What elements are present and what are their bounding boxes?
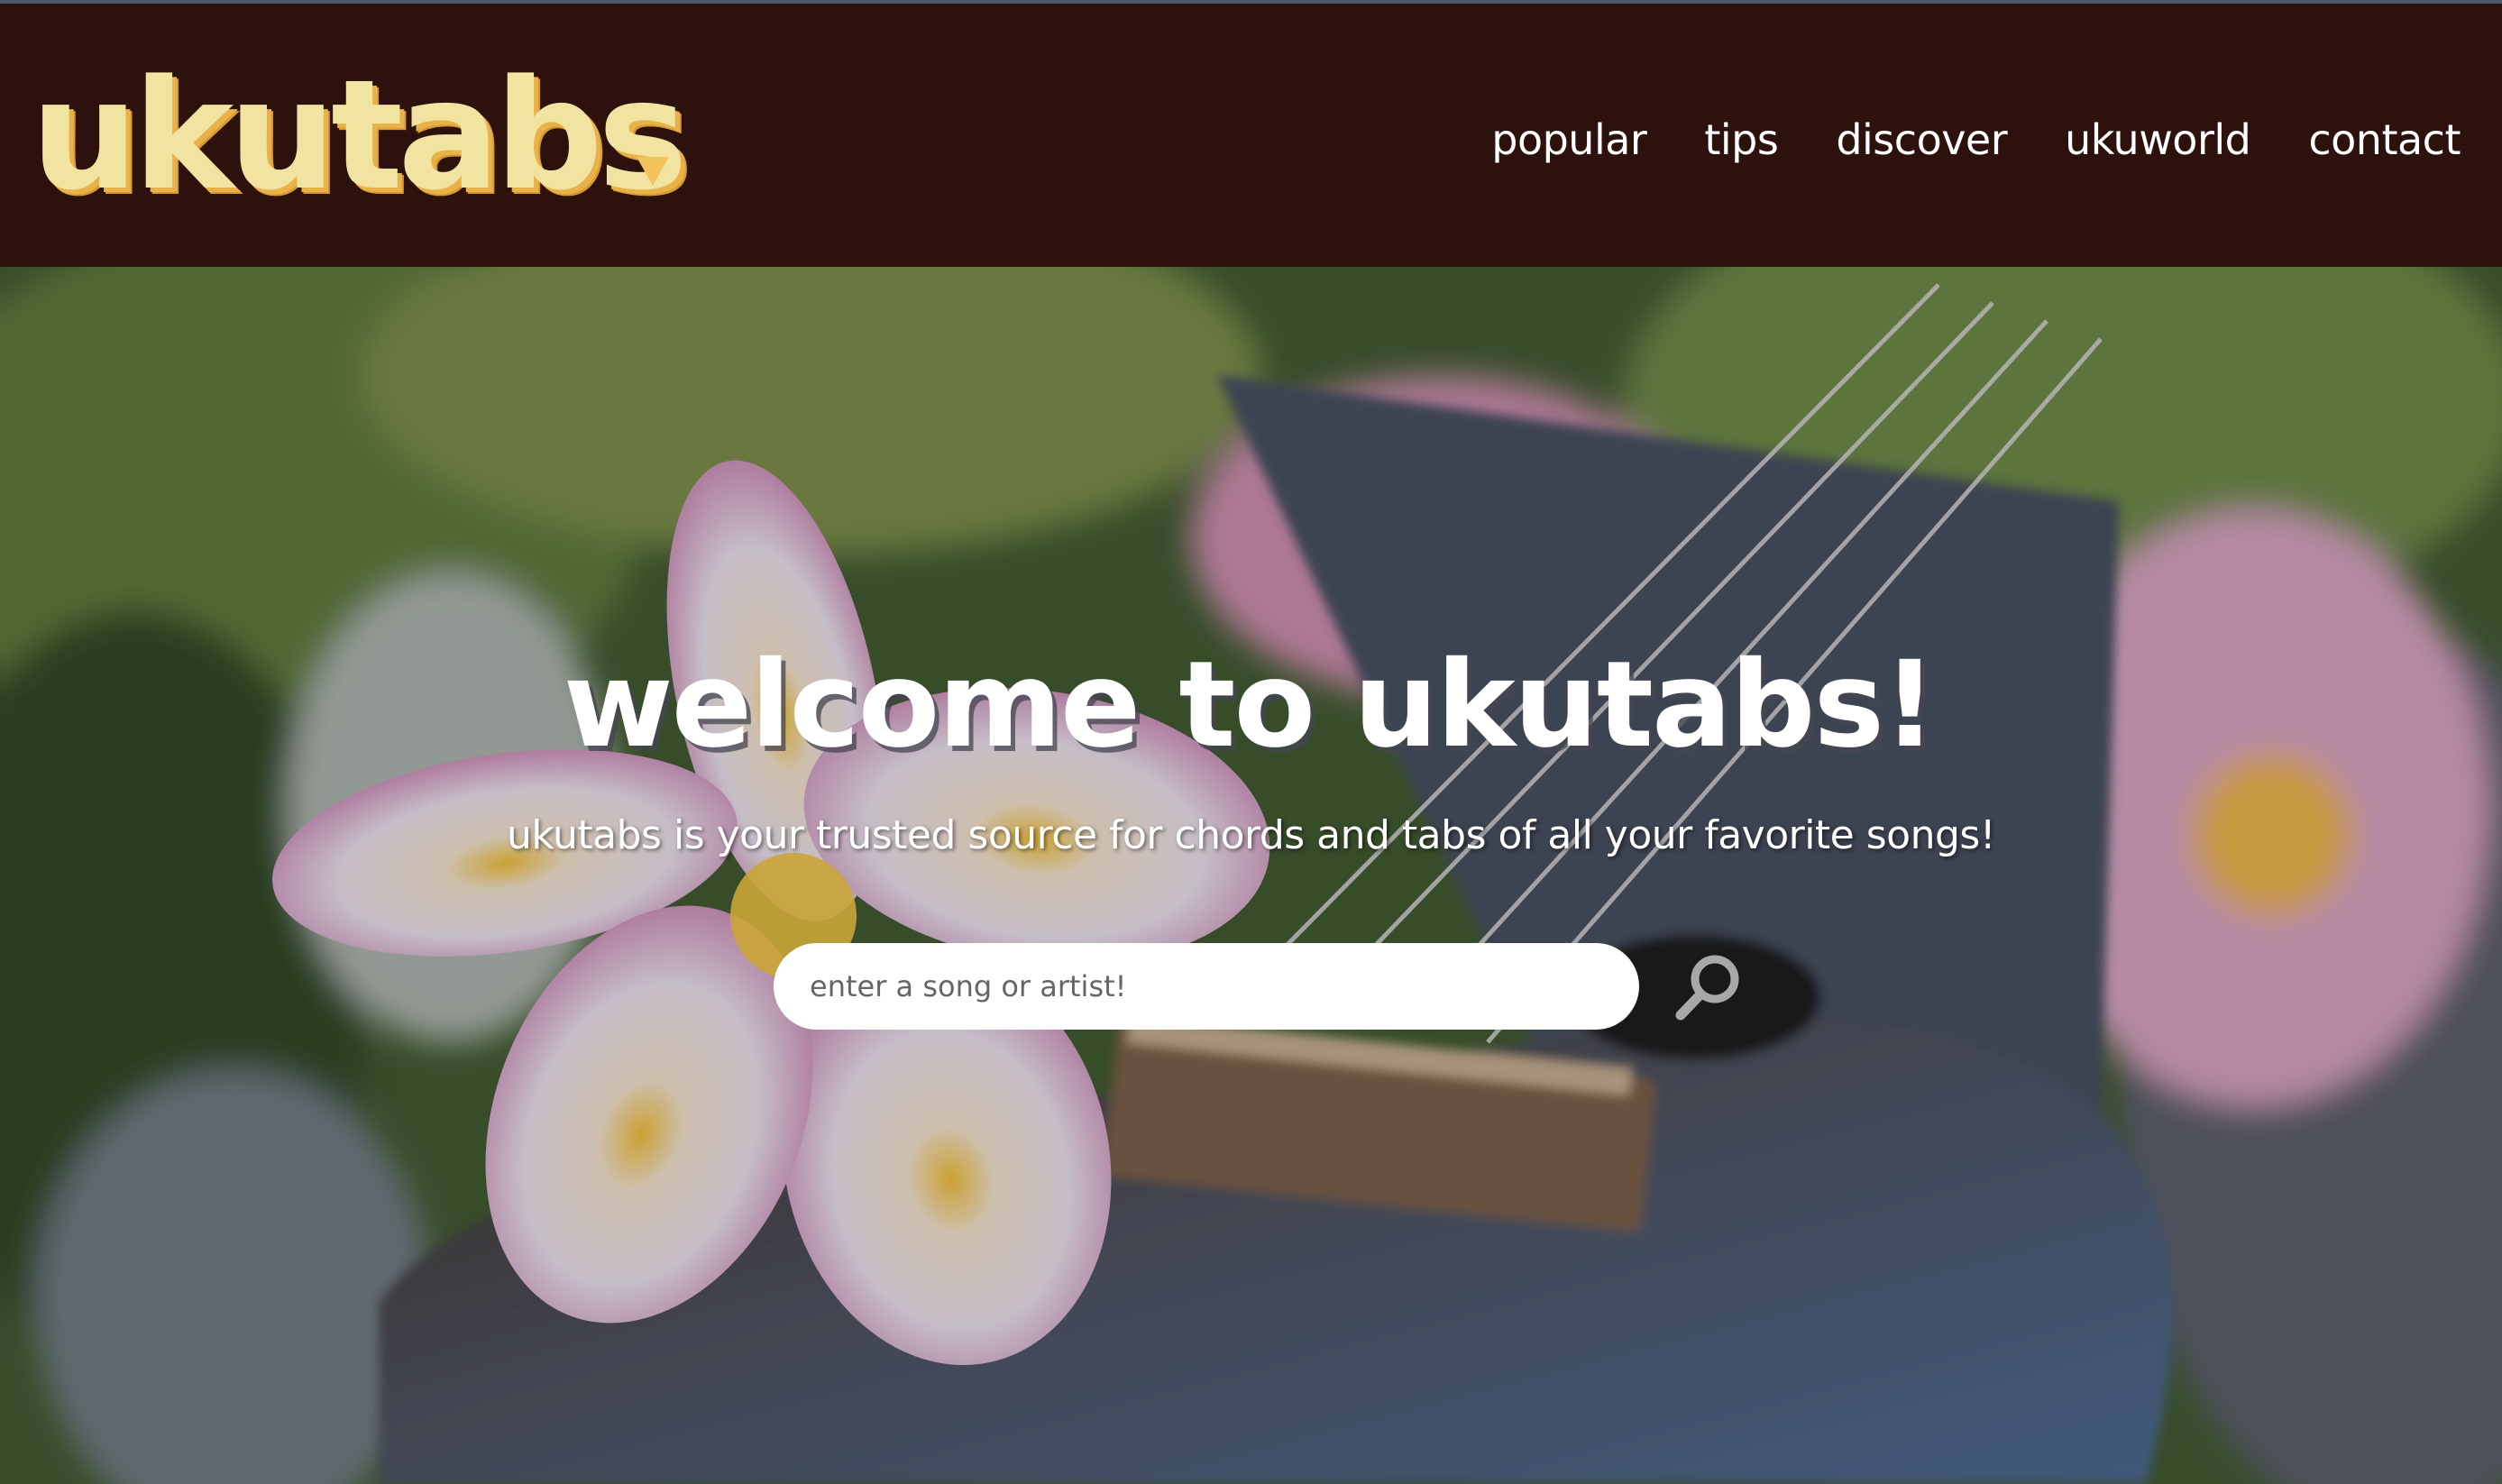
main-nav: popular tips discover ukuworld contact: [1491, 108, 2461, 171]
hero-tagline: ukutabs is your trusted source for chord…: [507, 812, 1995, 858]
nav-discover[interactable]: discover: [1836, 108, 2007, 171]
search-input[interactable]: [774, 943, 1639, 1030]
hero-section: welcome to ukutabs! ukutabs is your trus…: [0, 267, 2502, 1484]
hero-overlay: [0, 267, 2502, 1484]
nav-popular[interactable]: popular: [1491, 108, 1647, 171]
nav-contact[interactable]: contact: [2308, 108, 2461, 171]
hero-title: welcome to ukutabs!: [0, 646, 2502, 765]
hero-title-text: welcome to ukutabs!: [563, 636, 1938, 774]
site-header: ukutabs popular tips discover ukuworld c…: [0, 4, 2502, 267]
nav-ukuworld[interactable]: ukuworld: [2065, 108, 2251, 171]
site-logo[interactable]: ukutabs: [31, 60, 688, 211]
nav-tips[interactable]: tips: [1704, 108, 1778, 171]
caret-down-icon[interactable]: [635, 155, 671, 188]
search-button[interactable]: [1672, 948, 1747, 1024]
search-icon: [1675, 955, 1739, 1021]
